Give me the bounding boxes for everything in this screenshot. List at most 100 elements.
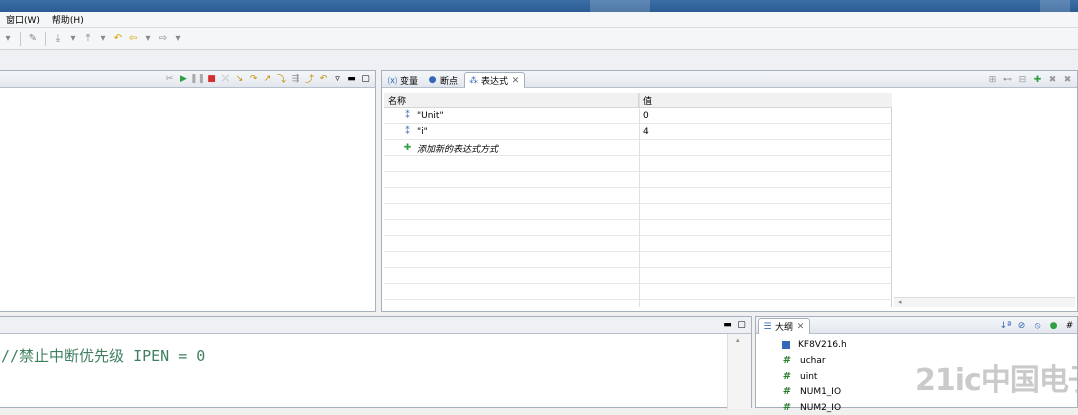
menu-help[interactable]: 帮助(H) — [46, 13, 90, 26]
restart-icon[interactable]: ↶ — [318, 73, 329, 84]
hash-icon: # — [782, 386, 792, 397]
expression-value: 4 — [643, 127, 649, 137]
view-menu-icon[interactable]: ▿ — [332, 73, 343, 84]
maximize-icon[interactable]: ▢ — [360, 73, 371, 84]
dropdown-arrow-icon[interactable]: ▾ — [172, 33, 184, 45]
hide-nonpublic-icon[interactable]: ● — [1048, 320, 1059, 331]
tab-breakpoints[interactable]: ● 断点 — [424, 72, 461, 88]
expression-name: "Unit" — [417, 111, 444, 121]
hide-static-icon[interactable]: ⦸ — [1032, 320, 1043, 331]
outline-item-label: NUM1_IO — [800, 386, 842, 397]
title-glow-right — [1040, 0, 1070, 12]
debug-view: ✂ ▶ ❚❚ ■ ⤫ ↘ ↷ ↗ ⤵ ⇶ ⤴ ↶ ▿ ▬ ▢ — [0, 70, 376, 312]
horizontal-scrollbar[interactable]: ◂ — [894, 297, 1075, 307]
dropdown-arrow-icon[interactable]: ▾ — [2, 33, 14, 45]
collapse-all-icon[interactable]: ⊟ — [1017, 74, 1028, 85]
suspend-icon[interactable]: ❚❚ — [190, 73, 205, 84]
close-icon[interactable]: ✕ — [510, 75, 521, 86]
table-row[interactable]: ⁑ "i" 4 — [384, 124, 892, 140]
empty-row — [384, 236, 892, 252]
back-icon[interactable]: ⇦ — [127, 33, 139, 45]
hide-fields-icon[interactable]: ⊘ — [1016, 320, 1027, 331]
outline-toolbar: ↓ª ⊘ ⦸ ● # — [1000, 320, 1075, 331]
expression-name: "i" — [417, 127, 428, 137]
minimize-icon[interactable]: ▬ — [722, 319, 733, 330]
detail-pane[interactable] — [894, 93, 1075, 307]
column-header-value[interactable]: 值 — [639, 93, 892, 108]
menu-bar: 窗口(W) 帮助(H) — [0, 12, 1078, 28]
hide-macros-icon[interactable]: # — [1064, 320, 1075, 331]
dropdown-arrow-icon[interactable]: ▾ — [67, 33, 79, 45]
main-toolbar: ▾ ✎ ⤓ ▾ ⤒ ▾ ↶ ⇦ ▾ ⇨ ▾ — [0, 28, 1078, 50]
step-over-icon[interactable]: ↷ — [248, 73, 259, 84]
row-name-cell: ⁑ "Unit" — [402, 108, 444, 124]
dropdown-arrow-icon[interactable]: ▾ — [97, 33, 109, 45]
maximize-icon[interactable]: ▢ — [736, 319, 747, 330]
terminate-icon[interactable]: ■ — [206, 73, 217, 84]
expression-value: 0 — [643, 111, 649, 121]
remove-all-icon[interactable]: ✖ — [1062, 74, 1073, 85]
prev-annotation-icon[interactable]: ⤒ — [82, 33, 94, 45]
outline-item[interactable]: # uint — [782, 369, 818, 384]
expressions-toolbar: ⊞ ⊷ ⊟ ✚ ✖ ✖ — [987, 74, 1073, 85]
vertical-scrollbar[interactable]: ▴ — [727, 334, 751, 409]
editor-window-controls: ▬ ▢ — [722, 319, 747, 330]
menu-window[interactable]: 窗口(W) — [0, 13, 46, 26]
sort-icon[interactable]: ↓ª — [1000, 320, 1012, 331]
drop-to-frame-icon[interactable]: ⤵ — [276, 73, 287, 85]
next-annotation-icon[interactable]: ⤓ — [52, 33, 64, 45]
tab-expressions[interactable]: ⁂ 表达式 ✕ — [464, 72, 526, 88]
expression-icon: ⁑ — [405, 111, 410, 121]
tab-variables-label: 变量 — [400, 76, 419, 87]
toolbar-separator — [45, 31, 46, 46]
expressions-view: ⒳ 变量 ● 断点 ⁂ 表达式 ✕ ⊞ ⊷ ⊟ ✚ ✖ ✖ 名称 值 ⁑ "Un… — [381, 70, 1078, 312]
tab-expressions-label: 表达式 — [481, 77, 509, 87]
outline-icon: ☰ — [763, 321, 772, 332]
add-icon: ✚ — [403, 143, 412, 153]
minimize-icon[interactable]: ▬ — [346, 73, 357, 84]
empty-row — [384, 284, 892, 300]
step-return-icon[interactable]: ↗ — [262, 73, 273, 84]
close-icon[interactable]: ✕ — [795, 321, 806, 332]
outline-item[interactable]: # NUM1_IO — [782, 384, 841, 399]
skip-breakpoints-icon[interactable]: ✂ — [164, 73, 175, 84]
tab-outline-label: 大纲 — [775, 323, 794, 333]
tab-variables[interactable]: ⒳ 变量 — [384, 72, 421, 88]
perspective-band — [0, 50, 1078, 70]
expressions-view-header: ⒳ 变量 ● 断点 ⁂ 表达式 ✕ ⊞ ⊷ ⊟ ✚ ✖ ✖ — [382, 71, 1077, 88]
outline-item[interactable]: # uchar — [782, 353, 826, 368]
outline-header: ☰ 大纲 ✕ ↓ª ⊘ ⦸ ● # — [756, 317, 1077, 334]
resume-icon[interactable]: ▶ — [178, 73, 189, 84]
dropdown-arrow-icon[interactable]: ▾ — [142, 33, 154, 45]
instruction-step-icon[interactable]: ⤴ — [304, 73, 315, 85]
use-step-filters-icon[interactable]: ⇶ — [290, 73, 301, 84]
last-edit-icon[interactable]: ↶ — [112, 33, 124, 45]
step-into-icon[interactable]: ↘ — [234, 73, 245, 84]
outline-item[interactable]: KF8V216.h — [782, 337, 847, 352]
scroll-up-icon[interactable]: ▴ — [736, 336, 740, 344]
disconnect-icon[interactable]: ⤫ — [220, 73, 231, 84]
empty-row — [384, 172, 892, 188]
show-logical-structure-icon[interactable]: ⊷ — [1002, 74, 1013, 85]
remove-icon[interactable]: ✖ — [1047, 74, 1058, 85]
forward-icon[interactable]: ⇨ — [157, 33, 169, 45]
editor-view: ▬ ▢ //禁止中断优先级 IPEN = 0 ▴ — [0, 316, 752, 409]
code-line[interactable]: //禁止中断优先级 IPEN = 0 — [1, 345, 205, 366]
add-expression-row[interactable]: ✚ 添加新的表达式方式 — [384, 140, 892, 156]
debug-view-header: ✂ ▶ ❚❚ ■ ⤫ ↘ ↷ ↗ ⤵ ⇶ ⤴ ↶ ▿ ▬ ▢ — [0, 71, 375, 88]
expression-icon: ⁑ — [405, 127, 410, 137]
empty-row — [384, 188, 892, 204]
column-header-name[interactable]: 名称 — [384, 93, 639, 108]
show-type-names-icon[interactable]: ⊞ — [987, 74, 998, 85]
row-name-cell: ✚ 添加新的表达式方式 — [402, 140, 498, 156]
pen-icon[interactable]: ✎ — [27, 33, 39, 45]
tab-outline[interactable]: ☰ 大纲 ✕ — [758, 318, 811, 334]
table-row[interactable]: ⁑ "Unit" 0 — [384, 108, 892, 124]
empty-row — [384, 156, 892, 172]
window-title-bar — [0, 0, 1078, 12]
outline-item-label: uchar — [800, 355, 826, 366]
hash-icon: # — [782, 371, 792, 382]
watermark-logo: 21ic中国电子网 — [915, 363, 1078, 398]
add-expression-icon[interactable]: ✚ — [1032, 74, 1043, 85]
scroll-left-icon[interactable]: ◂ — [898, 298, 902, 306]
